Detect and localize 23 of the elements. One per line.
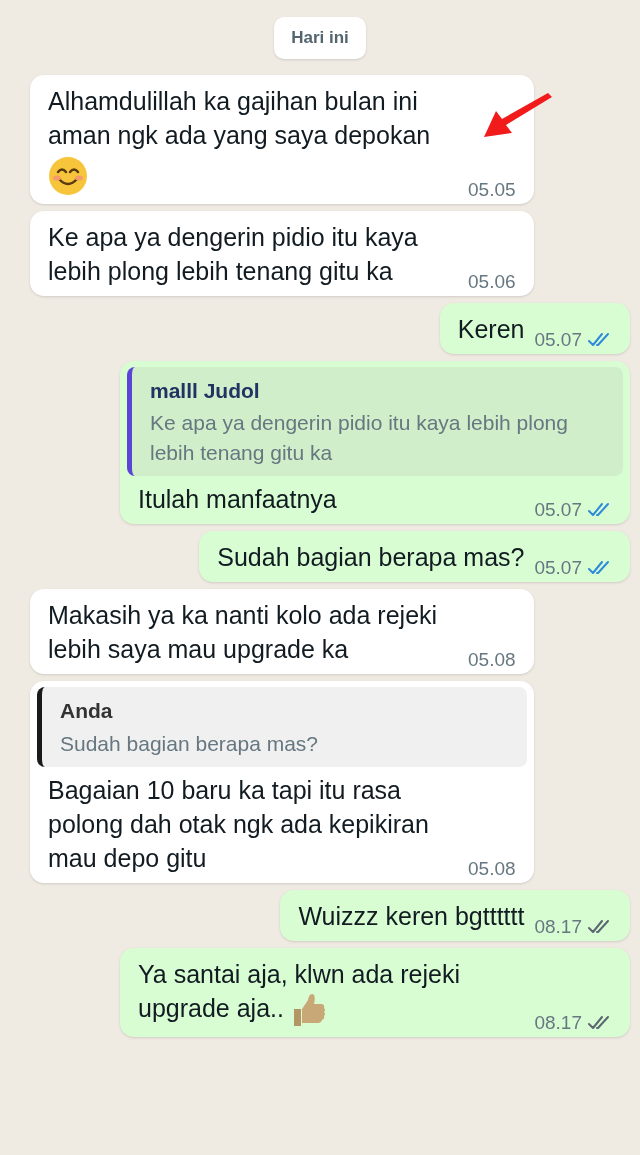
message-text: Keren bbox=[457, 314, 525, 343]
message-text: Alhamdulillah ka gajihan bulan ini aman ngk ada yang saya depokan bbox=[48, 86, 431, 149]
date-chip: Hari ini bbox=[274, 17, 366, 59]
quoted-text: Ke apa ya dengerin pidio itu kaya lebih plong lebih tenang gitu ka bbox=[150, 410, 569, 466]
message-time: 08.17 bbox=[534, 1011, 582, 1036]
message-text: Bagaian 10 baru ka tapi itu rasa polong dah otak ngk ada kepikiran mau depo gitu bbox=[48, 775, 429, 872]
message-time: 05.08 bbox=[468, 648, 516, 672]
message-time: 05.07 bbox=[534, 327, 582, 352]
message-text: Makasih ya ka nanti kolo ada rejeki lebih saya mau upgrade ka bbox=[48, 601, 438, 663]
message-time: 05.08 bbox=[468, 856, 516, 881]
message-text: Wuizzz keren bgtttttt bbox=[298, 901, 525, 930]
message-text: Ke apa ya dengerin pidio itu kaya lebih plong lebih tenang gitu ka bbox=[48, 222, 418, 285]
message-text: Sudah bagian berapa mas? bbox=[217, 543, 525, 571]
quoted-author: malll Judol bbox=[150, 377, 261, 404]
message-text: Ya santai aja, klwn ada rejeki upgrade aja.. bbox=[138, 959, 460, 1022]
message-time: 05.07 bbox=[534, 556, 582, 580]
message-time: 05.07 bbox=[534, 498, 582, 522]
quoted-author: Anda bbox=[60, 698, 114, 724]
message-time: 08.17 bbox=[534, 914, 582, 939]
message-text: Itulah manfaatnya bbox=[138, 485, 337, 513]
message-time: 05.05 bbox=[468, 177, 516, 202]
quoted-text: Sudah bagian berapa mas? bbox=[60, 730, 320, 757]
message-time: 05.06 bbox=[468, 269, 516, 294]
